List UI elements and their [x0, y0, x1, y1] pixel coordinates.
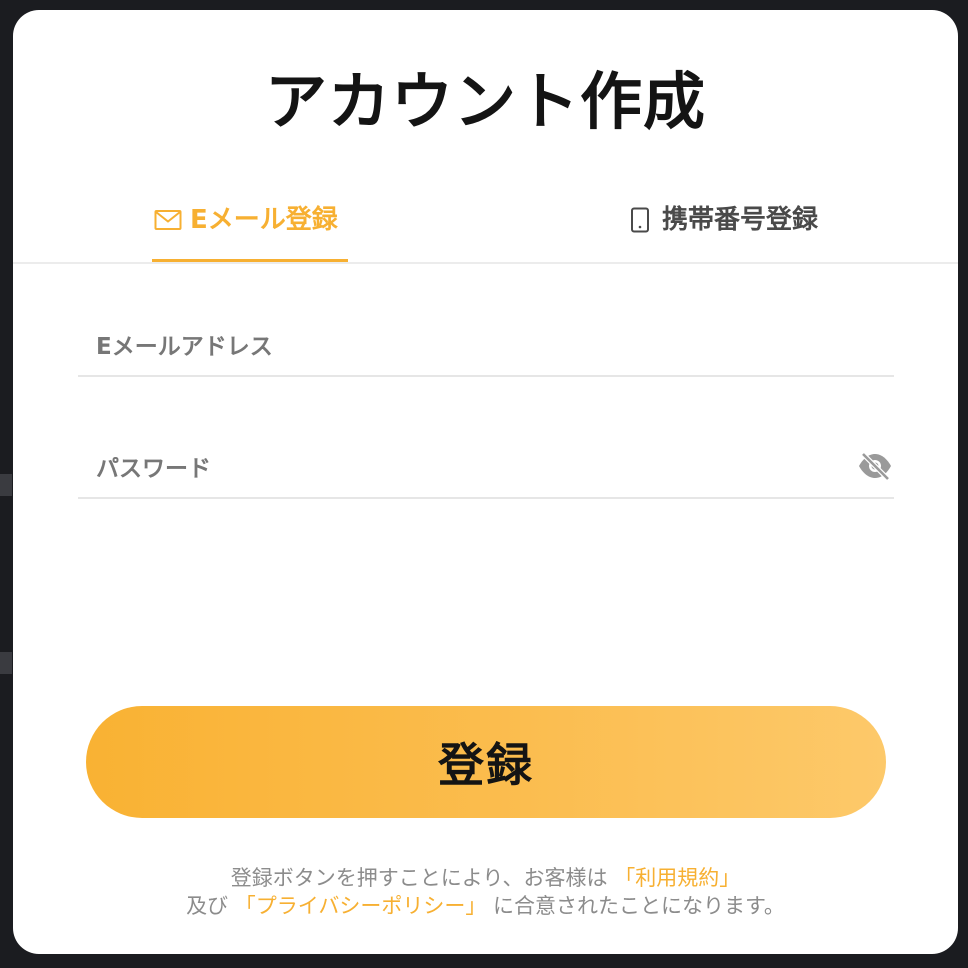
terms-suffix: に合意されたことになります。 — [493, 894, 785, 918]
signup-tabs: Eメール登録 携帯番号登録 — [13, 200, 958, 264]
terms-line-1: 登録ボタンを押すことにより、お客様は 「利用規約」 — [13, 864, 958, 892]
email-field — [78, 315, 894, 377]
mail-icon — [152, 200, 184, 240]
privacy-policy-link[interactable]: 「プライバシーポリシー」 — [235, 894, 487, 918]
register-button[interactable]: 登録 — [86, 706, 886, 818]
terms-of-use-link[interactable]: 「利用規約」 — [614, 866, 740, 890]
page-title: アカウント作成 — [264, 65, 706, 138]
tab-email-label: Eメール登録 — [190, 205, 338, 235]
signup-modal: アカウント作成 Eメール登録 携帯番号登録 Eメールアドレス 登録 登録ボタンを… — [13, 10, 958, 954]
eye-off-icon[interactable] — [856, 449, 894, 483]
background-edge-mark — [0, 652, 12, 674]
tab-email-signup[interactable]: Eメール登録 — [152, 200, 348, 262]
terms-text: 登録ボタンを押すことにより、お客様は — [230, 866, 608, 890]
background-edge-mark — [0, 474, 12, 496]
terms-line-2: 及び 「プライバシーポリシー」 に合意されたことになります。 — [13, 892, 958, 920]
password-input[interactable] — [96, 451, 836, 487]
tab-phone-signup[interactable]: 携帯番号登録 — [624, 200, 818, 262]
email-input[interactable] — [96, 329, 836, 365]
tab-phone-label: 携帯番号登録 — [662, 205, 819, 235]
password-field — [78, 437, 894, 499]
phone-icon — [624, 200, 656, 240]
terms-notice: 登録ボタンを押すことにより、お客様は 「利用規約」 及び 「プライバシーポリシー… — [13, 864, 958, 920]
terms-prefix: 及び — [186, 894, 229, 918]
